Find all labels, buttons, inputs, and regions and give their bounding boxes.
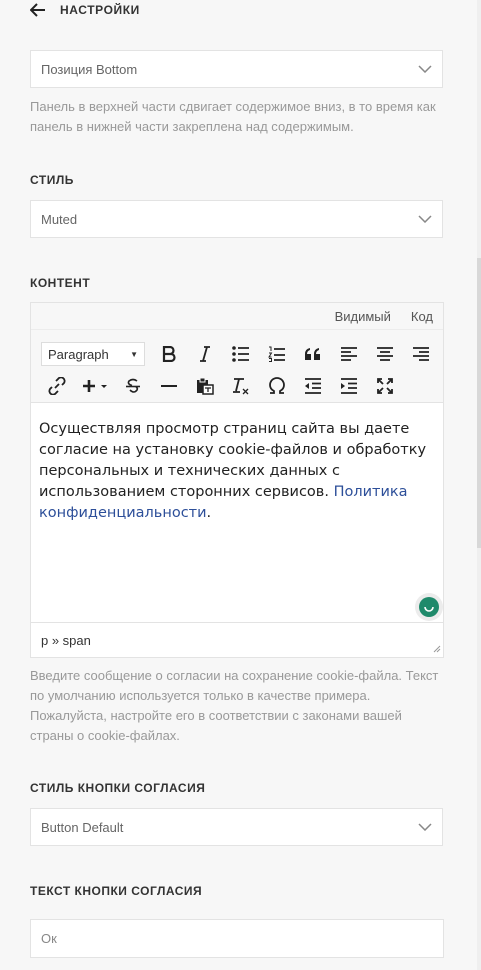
rich-text-editor: Видимый Код Paragraph ▼ Осуществляя прос… [30, 302, 444, 658]
style-select[interactable]: Muted [30, 200, 443, 238]
insert-icon[interactable] [75, 370, 115, 402]
button-style-label: СТИЛЬ КНОПКИ СОГЛАСИЯ [30, 781, 206, 795]
bold-icon[interactable] [151, 338, 187, 370]
position-help: Панель в верхней части сдвигает содержим… [30, 99, 436, 134]
scrollbar[interactable] [477, 0, 481, 970]
align-right-icon[interactable] [403, 338, 439, 370]
editor-content[interactable]: Осуществляя просмотр страниц сайта вы да… [31, 403, 443, 622]
italic-icon[interactable] [187, 338, 223, 370]
tab-visual[interactable]: Видимый [335, 309, 391, 324]
resize-handle-icon[interactable] [433, 641, 441, 656]
style-select-value: Muted [41, 211, 78, 227]
scrollbar-thumb[interactable] [477, 258, 481, 548]
tab-code[interactable]: Код [411, 309, 433, 324]
button-style-value: Button Default [41, 819, 124, 835]
outdent-icon[interactable] [295, 370, 331, 402]
position-select[interactable]: Позиция Bottom [30, 50, 443, 88]
arrow-left-icon[interactable] [30, 3, 46, 17]
link-icon[interactable] [39, 370, 75, 402]
indent-icon[interactable] [331, 370, 367, 402]
editor-toolbar: Paragraph ▼ [31, 330, 443, 403]
style-label: СТИЛЬ [30, 173, 74, 187]
button-text-input[interactable]: Ок [30, 919, 444, 958]
align-left-icon[interactable] [331, 338, 367, 370]
position-select-value: Позиция Bottom [41, 61, 138, 77]
special-character-icon[interactable] [259, 370, 295, 402]
blockquote-icon[interactable] [295, 338, 331, 370]
paste-text-icon[interactable] [187, 370, 223, 402]
button-text-label: ТЕКСТ КНОПКИ СОГЛАСИЯ [30, 884, 203, 898]
bullet-list-icon[interactable] [223, 338, 259, 370]
numbered-list-icon[interactable] [259, 338, 295, 370]
button-text-value: Ок [41, 931, 57, 946]
strikethrough-icon[interactable] [115, 370, 151, 402]
chevron-down-icon [418, 823, 432, 831]
page-title: НАСТРОЙКИ [60, 3, 140, 17]
header: НАСТРОЙКИ [30, 0, 140, 20]
grammar-check-icon[interactable] [415, 593, 443, 621]
content-label: КОНТЕНТ [30, 276, 91, 290]
element-path: p » span [41, 633, 91, 648]
button-style-select[interactable]: Button Default [30, 808, 443, 846]
content-help: Введите сообщение о согласии на сохранен… [30, 668, 439, 743]
chevron-down-icon [418, 215, 432, 223]
horizontal-rule-icon[interactable] [151, 370, 187, 402]
chevron-down-icon [418, 65, 432, 73]
editor-statusbar: p » span [31, 622, 443, 658]
clear-formatting-icon[interactable] [223, 370, 259, 402]
caret-down-icon: ▼ [130, 349, 138, 359]
format-select[interactable]: Paragraph ▼ [41, 342, 145, 366]
fullscreen-icon[interactable] [367, 370, 403, 402]
trailing-punctuation: . [206, 505, 212, 521]
format-select-value: Paragraph [48, 346, 109, 362]
editor-tabs: Видимый Код [31, 303, 443, 330]
align-center-icon[interactable] [367, 338, 403, 370]
